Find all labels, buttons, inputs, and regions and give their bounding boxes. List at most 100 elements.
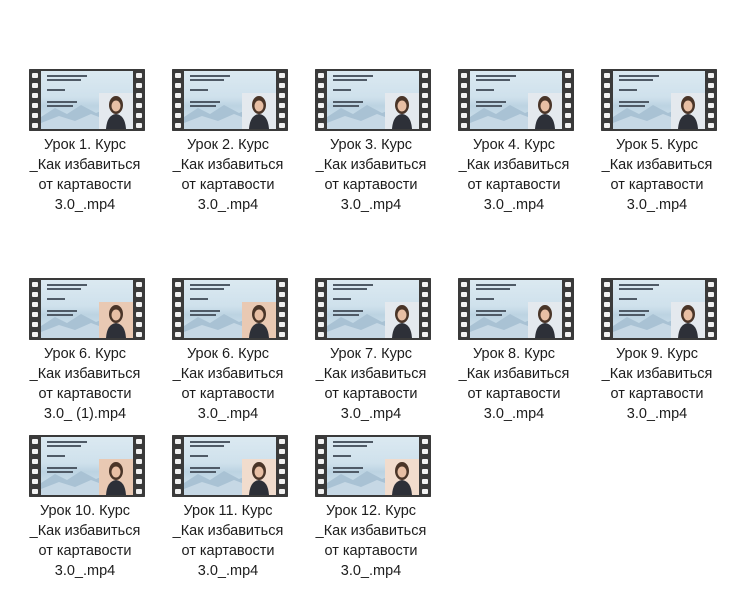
video-file-icon[interactable] [315,69,431,131]
film-perforation [604,103,610,108]
file-name-label[interactable]: Урок 7. Курс _Как избавиться от картавос… [306,344,436,424]
video-file-icon[interactable] [29,69,145,131]
presenter-panel [242,302,276,338]
film-perforation [708,292,714,297]
film-strip-left [601,278,613,340]
film-perforation [32,459,38,464]
film-perforation [175,103,181,108]
film-perforation [604,93,610,98]
presenter-panel [671,93,705,129]
file-item[interactable]: Урок 8. Курс _Как избавиться от картавос… [449,278,579,428]
file-name-label[interactable]: Урок 10. Курс _Как избавиться от картаво… [20,501,150,581]
presenter-figure [392,462,412,495]
video-thumbnail-frame [327,437,419,495]
film-strip-left [172,278,184,340]
film-perforation [604,302,610,307]
film-strip-right [276,278,288,340]
video-file-icon[interactable] [172,278,288,340]
video-file-icon[interactable] [458,69,574,131]
film-perforation [708,322,714,327]
film-perforation [136,73,142,78]
presenter-figure [678,305,698,338]
file-name-label[interactable]: Урок 2. Курс _Как избавиться от картавос… [163,135,293,215]
film-perforation [565,73,571,78]
film-perforation [461,312,467,317]
film-perforation [461,332,467,337]
slide-title-text [619,284,669,320]
file-item[interactable]: Урок 3. Курс _Как избавиться от картавос… [306,69,436,219]
film-perforation [279,123,285,128]
film-perforation [175,292,181,297]
film-perforation [604,83,610,88]
film-perforation [32,302,38,307]
file-item[interactable]: Урок 2. Курс _Как избавиться от картавос… [163,69,293,219]
film-perforation [604,113,610,118]
video-file-icon[interactable] [458,278,574,340]
film-perforation [708,113,714,118]
file-name-label[interactable]: Урок 3. Курс _Как избавиться от картавос… [306,135,436,215]
film-perforation [565,83,571,88]
file-item[interactable]: Урок 10. Курс _Как избавиться от картаво… [20,435,150,585]
film-perforation [318,469,324,474]
file-name-label[interactable]: Урок 8. Курс _Как избавиться от картавос… [449,344,579,424]
film-perforation [318,322,324,327]
presenter-figure [678,96,698,129]
film-strip-left [29,435,41,497]
file-item[interactable]: Урок 5. Курс _Как избавиться от картавос… [592,69,722,219]
video-file-icon[interactable] [172,69,288,131]
file-item[interactable]: Урок 9. Курс _Как избавиться от картавос… [592,278,722,428]
file-item[interactable]: Урок 6. Курс _Как избавиться от картавос… [20,278,150,428]
film-perforation [175,449,181,454]
file-item[interactable]: Урок 6. Курс _Как избавиться от картавос… [163,278,293,428]
film-perforation [461,83,467,88]
file-name-label[interactable]: Урок 9. Курс _Как избавиться от картавос… [592,344,722,424]
video-file-icon[interactable] [29,278,145,340]
video-file-icon[interactable] [29,435,145,497]
file-item[interactable]: Урок 12. Курс _Как избавиться от картаво… [306,435,436,585]
video-file-icon[interactable] [315,278,431,340]
film-perforation [32,282,38,287]
file-item[interactable]: Урок 7. Курс _Как избавиться от картавос… [306,278,436,428]
film-perforation [279,322,285,327]
film-strip-right [562,69,574,131]
file-name-label[interactable]: Урок 11. Курс _Как избавиться от картаво… [163,501,293,581]
file-name-label[interactable]: Урок 6. Курс _Как избавиться от картавос… [163,344,293,424]
video-file-icon[interactable] [601,278,717,340]
video-thumbnail-frame [41,280,133,338]
film-perforation [279,73,285,78]
slide-title-text [190,75,240,111]
film-perforation [708,73,714,78]
film-perforation [461,73,467,78]
video-thumbnail-frame [470,71,562,129]
file-name-label[interactable]: Урок 5. Курс _Как избавиться от картавос… [592,135,722,215]
file-name-label[interactable]: Урок 6. Курс _Как избавиться от картавос… [20,344,150,424]
film-perforation [422,113,428,118]
video-thumbnail-frame [470,280,562,338]
film-strip-left [315,278,327,340]
film-perforation [136,113,142,118]
file-name-label[interactable]: Урок 4. Курс _Как избавиться от картавос… [449,135,579,215]
film-strip-left [172,69,184,131]
video-file-icon[interactable] [601,69,717,131]
film-perforation [422,123,428,128]
presenter-panel [99,302,133,338]
file-name-label[interactable]: Урок 12. Курс _Как избавиться от картаво… [306,501,436,581]
film-perforation [175,489,181,494]
film-perforation [279,439,285,444]
film-perforation [175,459,181,464]
file-item[interactable]: Урок 4. Курс _Как избавиться от картавос… [449,69,579,219]
film-perforation [279,449,285,454]
video-file-icon[interactable] [172,435,288,497]
film-perforation [175,113,181,118]
presenter-panel [242,459,276,495]
film-strip-right [133,278,145,340]
file-name-label[interactable]: Урок 1. Курс _Как избавиться от картавос… [20,135,150,215]
presenter-figure [392,305,412,338]
film-perforation [708,282,714,287]
slide-title-text [47,75,97,111]
file-item[interactable]: Урок 1. Курс _Как избавиться от картавос… [20,69,150,219]
film-perforation [318,292,324,297]
video-file-icon[interactable] [315,435,431,497]
file-item[interactable]: Урок 11. Курс _Как избавиться от картаво… [163,435,293,585]
film-perforation [422,282,428,287]
